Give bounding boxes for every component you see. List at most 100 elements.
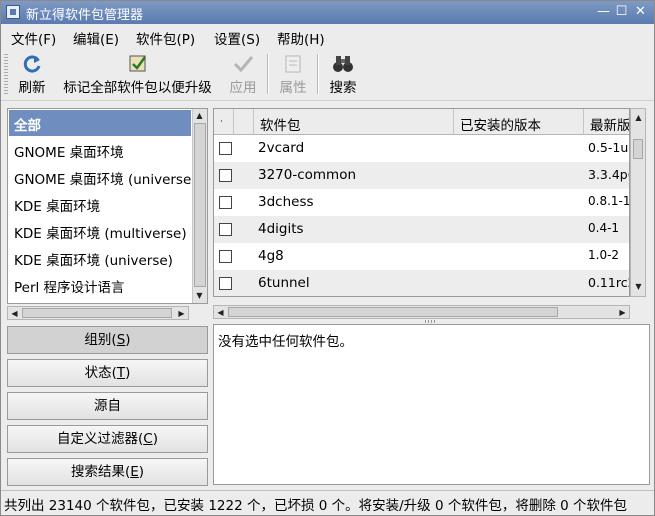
button-label: 搜索结果( [70,464,131,480]
close-button[interactable]: ✕ [632,4,649,21]
table-row[interactable]: 4digits 0.4-1 [214,216,629,243]
latest-version: 0.8.1-11 [588,194,630,208]
filter-custom-button[interactable]: 自定义过滤器(C) [7,425,208,453]
table-row[interactable]: 6tunnel 0.11rc2-2 [214,270,629,296]
column-header-package[interactable]: 软件包 [254,109,454,135]
section-item[interactable]: KDE 桌面环境 [9,191,191,217]
toolbar: 刷新 标记全部软件包以便升级 应用 属性 搜索 [1,48,654,101]
package-checkbox[interactable] [219,250,232,263]
menu-file[interactable]: 文件(F) [11,28,56,48]
package-name: 4g8 [258,248,284,264]
toolbar-separator [267,54,269,94]
latest-version: 0.11rc2-2 [588,275,629,290]
package-table: · 软件包 已安装的版本 最新版本 2vcard 0.5-1ubuntu1 32… [213,108,630,297]
section-list-hscrollbar[interactable]: ◀ ▶ [7,306,189,320]
status-bar: 共列出 23140 个软件包，已安装 1222 个，已坏损 0 个。将安装/升级… [1,490,654,515]
button-label: 状态( [84,365,117,381]
table-row[interactable]: 2vcard 0.5-1ubuntu1 [214,135,629,162]
package-checkbox[interactable] [219,223,232,236]
maximize-button[interactable]: ☐ [613,4,630,21]
table-row[interactable]: 3dchess 0.8.1-11 [214,189,630,216]
filter-search-results-button[interactable]: 搜索结果(E) [7,458,208,486]
column-header-status[interactable]: · [214,109,234,135]
scroll-thumb[interactable] [194,123,206,287]
section-item-all[interactable]: 全部 [9,110,191,136]
package-name: 3270-common [258,167,357,183]
latest-version: 0.5-1ubuntu1 [588,140,629,155]
search-label: 搜索 [329,80,357,96]
section-item[interactable]: KDE 桌面环境 (universe) [9,245,191,271]
reload-button[interactable]: 刷新 [14,52,50,98]
button-label: 源自 [94,398,121,414]
section-item[interactable]: GNOME 桌面环境 (universe) [9,164,191,190]
latest-version: 1.0-2 [588,248,620,262]
scroll-thumb[interactable] [228,307,558,317]
package-checkbox[interactable] [219,142,232,155]
button-label-tail: ) [125,332,131,348]
scroll-down-arrow[interactable]: ▼ [632,280,645,293]
latest-version: 0.4-1 [588,221,620,235]
checkmark-icon [233,56,254,73]
menu-settings[interactable]: 设置(S) [214,28,260,48]
synaptic-window: 新立得软件包管理器 — ☐ ✕ 文件(F) 编辑(E) 软件包(P) 设置(S)… [0,0,655,516]
mark-all-upgrades-button[interactable]: 标记全部软件包以便升级 [54,52,221,98]
minimize-button[interactable]: — [595,4,612,21]
package-table-hscrollbar[interactable]: ◀ ▶ [213,305,630,319]
section-item[interactable]: Perl 程序设计语言 [9,272,191,298]
package-name: 6tunnel [258,275,310,291]
package-table-vscrollbar[interactable]: ▲ ▼ [630,108,646,297]
section-item[interactable]: KDE 桌面环境 (multiverse) [9,218,191,244]
package-description: 没有选中任何软件包。 [213,324,650,485]
section-list-vscrollbar[interactable]: ▲ ▼ [192,109,207,303]
package-checkbox[interactable] [219,196,232,209]
table-header: · 软件包 已安装的版本 最新版本 [214,109,629,135]
reload-icon [23,55,41,73]
reload-label: 刷新 [18,80,46,96]
properties-icon [285,55,301,73]
toolbar-grip[interactable] [4,54,8,94]
filter-sections-button[interactable]: 组别(S) [7,326,208,354]
package-checkbox[interactable] [219,277,232,290]
app-icon[interactable] [6,5,20,19]
package-name: 3dchess [258,194,314,210]
button-label: 组别( [84,332,117,348]
column-header-latest[interactable]: 最新版本 [584,109,629,135]
properties-button[interactable]: 属性 [275,52,311,98]
filter-origin-button[interactable]: 源自 [7,392,208,420]
status-text: 共列出 23140 个软件包，已安装 1222 个，已坏损 0 个。将安装/升级… [4,498,628,514]
scroll-right-arrow[interactable]: ▶ [175,307,188,320]
menu-package[interactable]: 软件包(P) [136,28,195,48]
scroll-right-arrow[interactable]: ▶ [616,306,629,319]
window-title: 新立得软件包管理器 [26,8,144,23]
button-label-tail: ) [138,464,145,480]
menu-edit[interactable]: 编辑(E) [73,28,119,48]
menu-help[interactable]: 帮助(H) [277,28,325,48]
scroll-left-arrow[interactable]: ◀ [8,307,21,320]
scroll-up-arrow[interactable]: ▲ [193,109,206,122]
pane-resize-handle[interactable] [425,320,437,323]
button-mnemonic: T [116,365,126,381]
apply-button[interactable]: 应用 [226,52,260,98]
table-row[interactable]: 4g8 1.0-2 [214,243,629,270]
scroll-down-arrow[interactable]: ▼ [193,289,206,302]
properties-label: 属性 [279,80,307,96]
apply-label: 应用 [229,80,257,96]
column-header-installed[interactable]: 已安装的版本 [454,109,584,135]
column-header-support[interactable] [234,109,254,135]
scroll-thumb[interactable] [633,139,643,159]
scroll-left-arrow[interactable]: ◀ [214,306,227,319]
section-list: 全部 GNOME 桌面环境 GNOME 桌面环境 (universe) KDE … [7,108,208,304]
table-row[interactable]: 3270-common 3.3.4p6-3.2 [214,162,629,189]
latest-version: 3.3.4p6-3.2 [588,167,629,182]
binoculars-icon [333,56,353,72]
package-name: 2vcard [258,140,305,156]
mark-upgrades-label: 标记全部软件包以便升级 [63,80,212,96]
filter-status-button[interactable]: 状态(T) [7,359,208,387]
package-checkbox[interactable] [219,169,232,182]
description-text: 没有选中任何软件包。 [218,334,353,350]
scroll-thumb[interactable] [22,308,172,318]
scroll-up-arrow[interactable]: ▲ [632,111,645,124]
search-button[interactable]: 搜索 [325,52,361,98]
section-item[interactable]: GNOME 桌面环境 [9,137,191,163]
button-mnemonic: C [143,431,153,447]
